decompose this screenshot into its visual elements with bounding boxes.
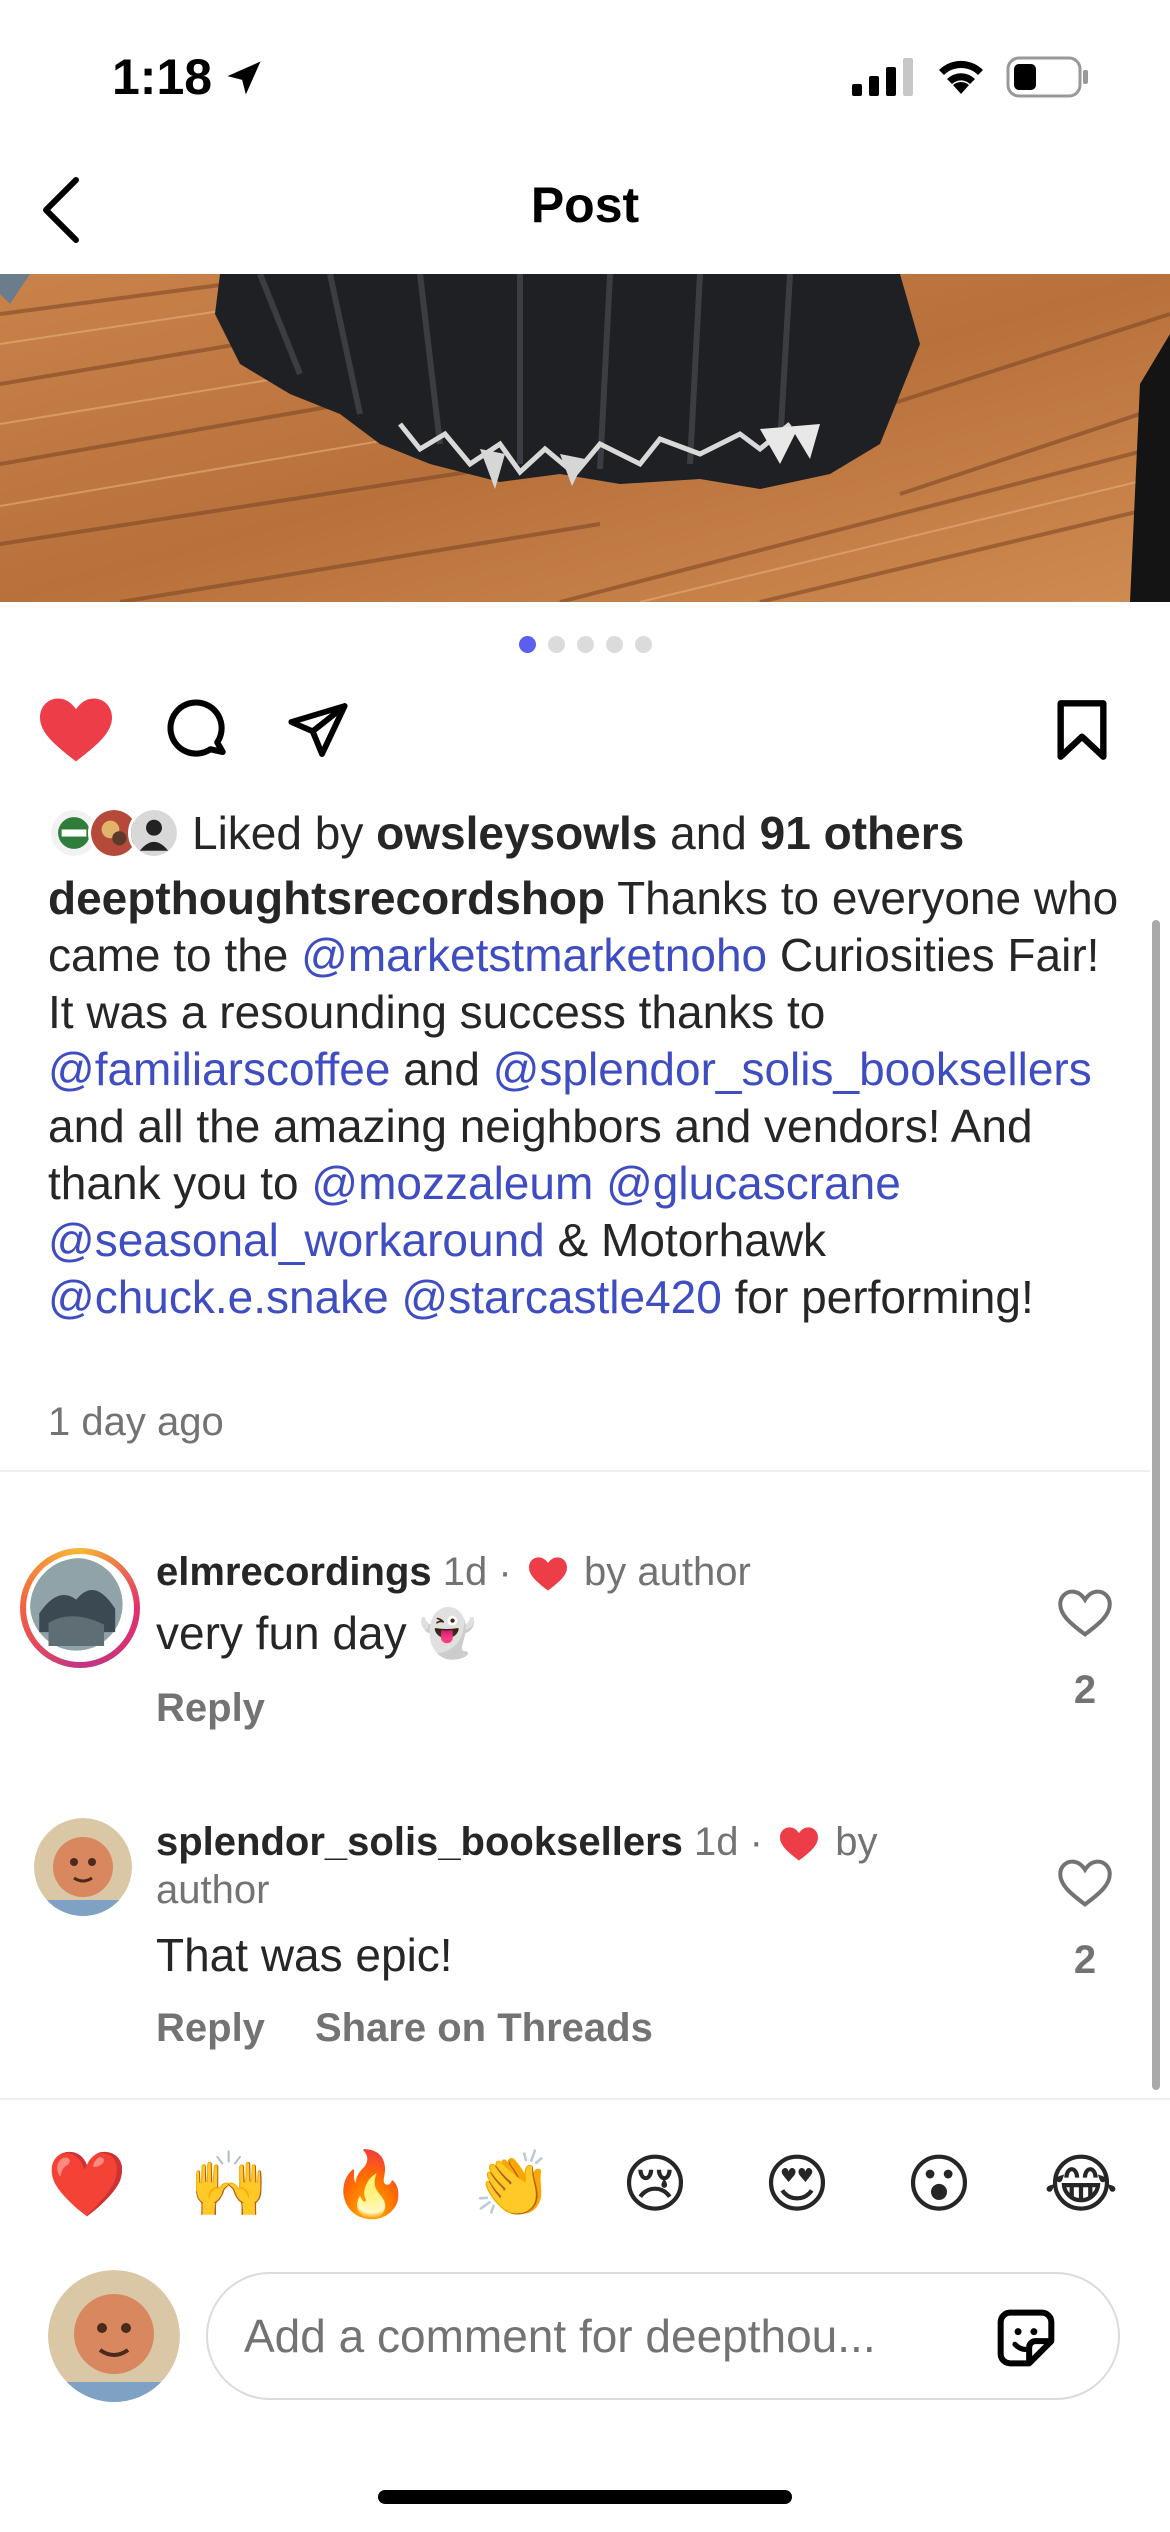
save-button[interactable]: [1042, 690, 1122, 770]
carousel-dot[interactable]: [634, 636, 652, 653]
sticker-icon[interactable]: [988, 2300, 1064, 2376]
share-button[interactable]: [278, 690, 358, 770]
emoji-button[interactable]: 😢: [610, 2140, 700, 2230]
emoji-button[interactable]: 🙌: [184, 2140, 274, 2230]
reply-button[interactable]: Reply: [156, 1686, 265, 1731]
comment-actions: Reply: [156, 1686, 265, 1731]
status-time: 1:18: [112, 49, 213, 105]
divider: [0, 2098, 1170, 2100]
emoji-button[interactable]: 😮: [894, 2140, 984, 2230]
emoji-button[interactable]: 👏: [468, 2140, 558, 2230]
carousel-dot[interactable]: [518, 636, 536, 653]
emoji-quick-bar: ❤️ 🙌 🔥 👏 😢 😍 😮 😂: [0, 2140, 1170, 2230]
post-photo-image: [0, 274, 1170, 602]
avatar[interactable]: [34, 1818, 132, 1916]
comment-like-count: 2: [1073, 1668, 1097, 1712]
avatar[interactable]: [20, 1548, 140, 1668]
liker-username[interactable]: owsleysowls: [376, 807, 657, 859]
comment-actions: Reply Share on Threads: [156, 2006, 653, 2051]
nav-header: Post: [0, 150, 1170, 274]
carousel-dot[interactable]: [547, 636, 565, 653]
post-caption: deepthoughtsrecordshop Thanks to everyon…: [48, 872, 1119, 1323]
comment-text: That was epic!: [156, 1929, 453, 1981]
likes-text: Liked by owsleysowls and 91 others: [192, 807, 965, 859]
paper-plane-icon: [288, 703, 348, 757]
emoji-button[interactable]: 🔥: [326, 2140, 416, 2230]
cellular-signal-icon: [852, 58, 913, 96]
author-liked-heart-icon: [780, 1827, 819, 1862]
reply-button[interactable]: Reply: [156, 2006, 265, 2051]
like-button[interactable]: [36, 690, 116, 770]
post-photo[interactable]: [0, 274, 1170, 602]
comment-header: splendor_solis_booksellers 1d · by autho…: [156, 1820, 878, 1912]
comment-username[interactable]: elmrecordings: [156, 1550, 432, 1594]
post-action-bar: [0, 680, 1170, 780]
comment-bubble-icon: [167, 699, 226, 757]
location-arrow-icon: [227, 61, 261, 95]
sun-face-avatar-image: [48, 2270, 180, 2402]
mention-link[interactable]: @marketstmarketnoho: [301, 929, 767, 981]
comment-button[interactable]: [158, 690, 238, 770]
avatar-image: [26, 1554, 134, 1662]
comment-age: 1d: [694, 1820, 739, 1864]
mention-link[interactable]: @mozzaleum: [311, 1157, 593, 1209]
home-indicator[interactable]: [378, 2490, 792, 2504]
mention-link[interactable]: @chuck.e.snake: [48, 1271, 389, 1323]
likes-summary[interactable]: Liked by owsleysowls and 91 others: [48, 800, 964, 866]
carousel-dot[interactable]: [576, 636, 594, 653]
comment-header: elmrecordings 1d · by author: [156, 1550, 751, 1594]
carousel-dot[interactable]: [605, 636, 623, 653]
divider: [0, 1470, 1150, 1472]
bookmark-icon: [1057, 700, 1107, 760]
mention-link[interactable]: @splendor_solis_booksellers: [493, 1043, 1092, 1095]
author-liked-heart-icon: [528, 1557, 567, 1592]
comment-like-count: 2: [1073, 1938, 1097, 1982]
carousel-dots: [0, 636, 1170, 653]
mention-link[interactable]: @starcastle420: [402, 1271, 722, 1323]
page-title: Post: [530, 177, 640, 233]
status-bar: 1:18: [0, 0, 1170, 150]
liked-by-author: by author: [583, 1550, 751, 1594]
comment-text: very fun day 👻: [156, 1607, 477, 1659]
caption-author[interactable]: deepthoughtsrecordshop: [48, 872, 605, 924]
liker-avatar: [128, 807, 180, 859]
emoji-button[interactable]: 😍: [752, 2140, 842, 2230]
sun-face-avatar-image: [34, 1818, 132, 1916]
scrollbar[interactable]: [1152, 920, 1160, 2090]
emoji-button[interactable]: ❤️: [42, 2140, 132, 2230]
comment-like-heart-icon[interactable]: [1058, 1586, 1112, 1640]
comment-username[interactable]: splendor_solis_booksellers: [156, 1820, 683, 1864]
heart-filled-icon: [40, 698, 112, 762]
my-avatar: [48, 2270, 180, 2402]
comment-input-box: [206, 2272, 1120, 2400]
post-timestamp: 1 day ago: [48, 1400, 224, 1444]
mention-link[interactable]: @familiarscoffee: [48, 1043, 390, 1095]
likes-others[interactable]: 91 others: [760, 807, 965, 859]
emoji-button[interactable]: 😂: [1036, 2140, 1126, 2230]
battery-icon: [1006, 56, 1088, 98]
mention-link[interactable]: @glucascrane: [606, 1157, 901, 1209]
comment-composer: [0, 2260, 1170, 2402]
comment-input[interactable]: [244, 2298, 964, 2374]
wifi-icon: [939, 60, 983, 94]
liker-avatars: [48, 805, 188, 861]
share-on-threads-button[interactable]: Share on Threads: [315, 2006, 653, 2051]
comment-like-heart-icon[interactable]: [1058, 1856, 1112, 1910]
mention-link[interactable]: @seasonal_workaround: [48, 1214, 545, 1266]
comment-age: 1d: [442, 1550, 488, 1594]
